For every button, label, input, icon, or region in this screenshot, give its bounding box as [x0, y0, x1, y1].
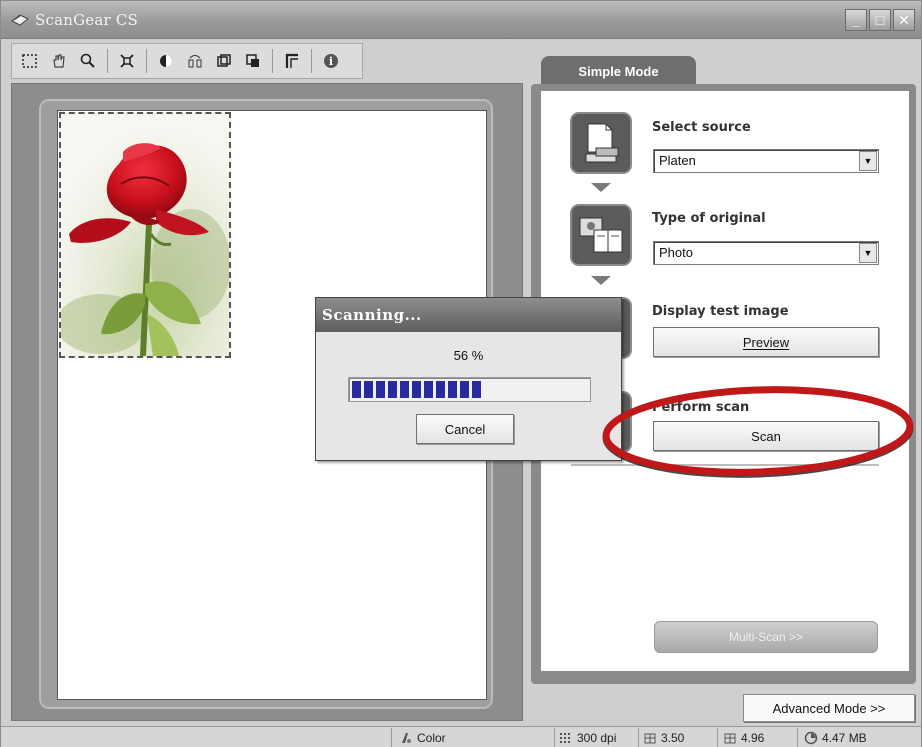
select-source-label: Select source	[652, 120, 751, 135]
status-bar: Color 300 dpi 3.50 4.96 4.47 MB	[1, 726, 921, 747]
platen-icon	[570, 112, 632, 174]
scanner-app-icon	[11, 12, 29, 26]
advanced-mode-button[interactable]: Advanced Mode >>	[743, 694, 915, 722]
status-resolution: 300 dpi	[559, 729, 616, 746]
toolbar-separator	[146, 49, 147, 73]
rotate-left-icon	[217, 54, 231, 67]
maximize-button[interactable]: □	[869, 9, 891, 31]
width-value: 3.50	[661, 730, 685, 745]
type-of-original-dropdown[interactable]: Photo ▼	[653, 241, 879, 265]
rotate-right-icon	[246, 54, 259, 67]
hand-pan-button[interactable]	[47, 49, 71, 73]
scan-button[interactable]: Scan	[653, 421, 879, 451]
scan-button-label: Scan	[751, 428, 781, 444]
status-separator	[797, 728, 798, 747]
progress-block	[352, 381, 361, 398]
auto-crop-button[interactable]	[115, 49, 139, 73]
auto-crop-icon	[120, 54, 134, 68]
progress-block	[388, 381, 397, 398]
window-title: ScanGear CS	[35, 11, 138, 29]
display-test-image-label: Display test image	[652, 304, 789, 319]
status-width: 3.50	[643, 729, 684, 746]
close-button[interactable]: ✕	[893, 9, 915, 31]
progress-block	[376, 381, 385, 398]
preview-button[interactable]: Preview	[653, 327, 879, 357]
status-color-mode: Color	[399, 729, 446, 746]
resolution-value: 300 dpi	[577, 730, 617, 745]
maximize-icon: □	[875, 12, 885, 28]
mirror-button[interactable]	[183, 49, 207, 73]
scanning-dialog: Scanning... 56 % Cancel	[315, 297, 622, 461]
status-separator	[391, 728, 392, 747]
scan-selection-frame[interactable]	[59, 112, 231, 358]
multi-scan-button[interactable]: Multi-Scan >>	[654, 621, 878, 653]
progress-block	[472, 381, 481, 398]
scan-progress-fill	[352, 381, 587, 398]
toolbar-separator	[107, 49, 108, 73]
invert-button[interactable]	[154, 49, 178, 73]
minimize-icon: _	[852, 12, 860, 28]
scan-progress-bar	[348, 377, 591, 402]
hand-pan-icon	[53, 54, 65, 68]
rotate-left-button[interactable]	[212, 49, 236, 73]
progress-block	[412, 381, 421, 398]
title-bar[interactable]: ScanGear CS _ □ ✕	[1, 1, 921, 39]
chevron-down-icon: ▼	[859, 151, 877, 171]
zoom-icon	[80, 53, 95, 68]
select-source-dropdown[interactable]: Platen ▼	[653, 149, 879, 173]
width-icon	[644, 733, 656, 743]
color-mode-value: Color	[417, 730, 446, 745]
resolution-icon	[560, 732, 570, 743]
scanning-dialog-title[interactable]: Scanning...	[316, 298, 621, 332]
type-of-original-value: Photo	[659, 245, 693, 260]
toolbar-separator	[311, 49, 312, 73]
marquee-select-icon	[22, 54, 37, 68]
zoom-button[interactable]	[76, 49, 100, 73]
rotate-right-button[interactable]	[241, 49, 265, 73]
status-separator	[638, 728, 639, 747]
photo-original-icon	[570, 204, 632, 266]
cancel-button-label: Cancel	[444, 421, 486, 437]
chevron-down-icon: ▼	[859, 243, 877, 263]
info-button[interactable]: i	[319, 49, 343, 73]
status-file-size: 4.47 MB	[804, 729, 867, 746]
close-icon: ✕	[898, 11, 910, 28]
file-size-value: 4.47 MB	[822, 730, 867, 745]
step-arrow-icon	[591, 276, 611, 285]
status-separator	[554, 728, 555, 747]
progress-block	[400, 381, 409, 398]
crop-frame-icon	[285, 53, 298, 68]
select-source-value: Platen	[659, 153, 696, 168]
status-separator	[717, 728, 718, 747]
height-icon	[724, 733, 736, 743]
file-size-icon	[804, 731, 818, 744]
progress-block	[364, 381, 373, 398]
toolbar: i	[11, 43, 363, 79]
color-mode-icon	[402, 732, 411, 743]
invert-icon	[160, 55, 172, 67]
progress-block	[448, 381, 457, 398]
crop-frame-button[interactable]	[280, 49, 304, 73]
info-icon: i	[324, 54, 338, 68]
progress-block	[436, 381, 445, 398]
toolbar-separator	[272, 49, 273, 73]
perform-scan-label: Perform scan	[652, 400, 750, 415]
panel-divider	[571, 464, 879, 466]
status-height: 4.96	[723, 729, 764, 746]
height-value: 4.96	[741, 730, 765, 745]
scan-progress-percent: 56 %	[453, 348, 484, 363]
mirror-icon	[188, 55, 202, 68]
progress-block	[424, 381, 433, 398]
step-arrow-icon	[591, 183, 611, 192]
minimize-button[interactable]: _	[845, 9, 867, 31]
svg-text:i: i	[329, 55, 333, 68]
progress-block	[460, 381, 469, 398]
cancel-button[interactable]: Cancel	[416, 414, 514, 444]
marquee-select-button[interactable]	[18, 49, 42, 73]
scangear-window: ScanGear CS _ □ ✕ i Simple Mode Select s…	[0, 0, 922, 747]
type-of-original-label: Type of original	[652, 211, 766, 226]
preview-button-label: Preview	[742, 334, 790, 350]
tab-simple-mode[interactable]: Simple Mode	[541, 56, 696, 86]
red-rose-photo	[61, 114, 229, 356]
